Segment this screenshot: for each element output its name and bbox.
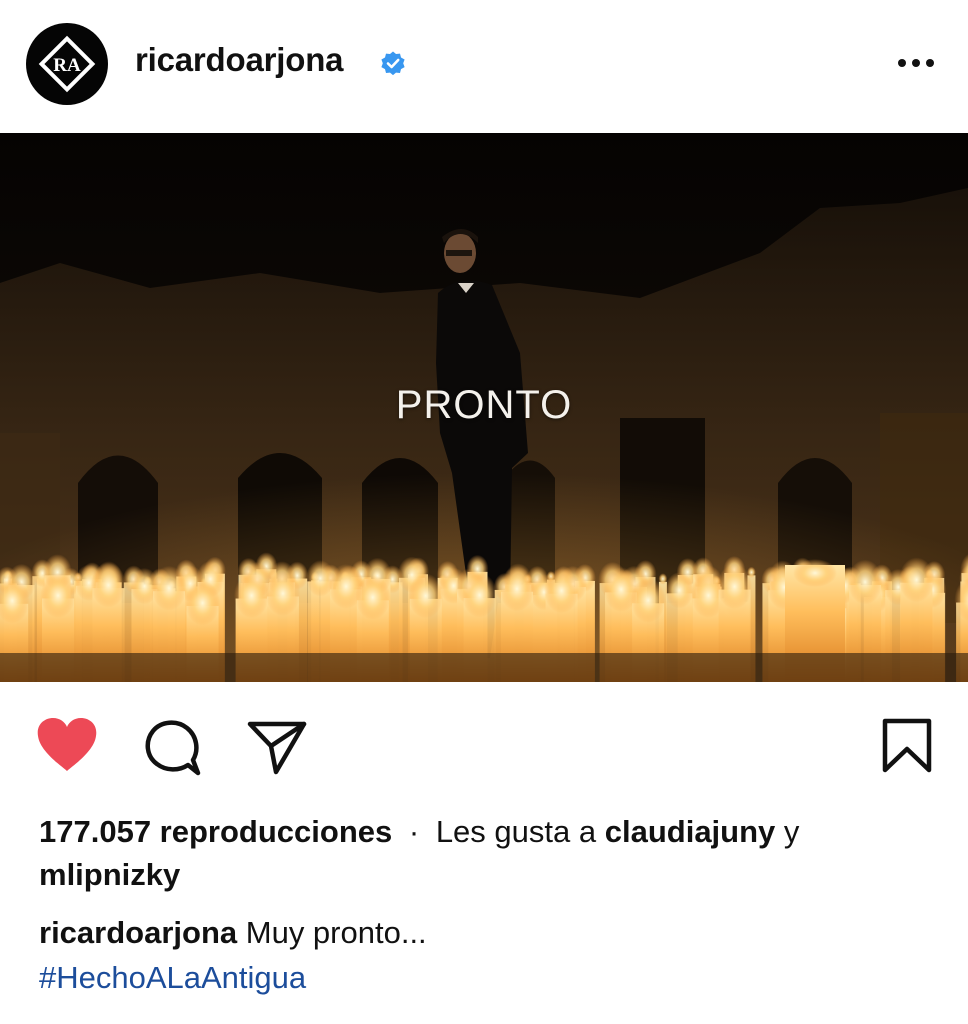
send-icon[interactable] xyxy=(246,718,308,781)
instagram-post: RA ricardoarjona PRONTO 177.057 reproduc… xyxy=(0,0,968,1024)
candle-flame xyxy=(265,571,301,616)
liked-by-prefix: Les gusta a xyxy=(435,814,597,849)
candle-flame xyxy=(847,559,883,605)
overlay-text: PRONTO xyxy=(395,383,573,427)
avatar-initials: RA xyxy=(53,55,81,76)
caption-username[interactable]: ricardoarjona xyxy=(39,915,237,950)
more-options-icon[interactable] xyxy=(894,48,938,78)
candle-flame xyxy=(184,580,221,626)
heart-filled-icon[interactable] xyxy=(36,718,98,779)
liked-by-user-1[interactable]: claudiajuny xyxy=(605,814,776,849)
candle-flame xyxy=(461,572,498,618)
post-caption: ricardoarjona Muy pronto... #HechoALaAnt… xyxy=(39,910,939,1000)
caption-hashtag[interactable]: #HechoALaAntigua xyxy=(39,960,306,995)
candle-flame xyxy=(664,572,694,609)
verified-badge-icon xyxy=(379,50,407,78)
post-stats: 177.057 reproducciones · Les gusta a cla… xyxy=(39,810,939,896)
candle-flame xyxy=(90,562,127,608)
candle-flame xyxy=(658,573,668,585)
bookmark-icon[interactable] xyxy=(881,718,933,779)
post-header: RA ricardoarjona xyxy=(0,0,968,133)
views-count[interactable]: 177.057 reproducciones xyxy=(39,814,392,849)
liked-by-conjunction: y xyxy=(783,814,800,849)
candle-flame xyxy=(499,566,535,612)
post-actions xyxy=(0,682,968,812)
candle-flame xyxy=(408,573,444,619)
candle-flame xyxy=(630,577,666,623)
candle-flame xyxy=(543,568,580,614)
candle-flame xyxy=(234,573,270,618)
header-username[interactable]: ricardoarjona xyxy=(135,41,344,79)
candle-flame xyxy=(40,573,76,618)
liked-by-user-2[interactable]: mlipnizky xyxy=(39,857,180,892)
comment-icon[interactable] xyxy=(143,718,201,781)
ra-logo-icon: RA xyxy=(27,24,107,104)
candle-flame xyxy=(898,557,935,603)
candle-flame xyxy=(355,574,391,620)
candle-flame xyxy=(793,559,837,587)
candle-flame xyxy=(151,565,187,611)
caption-text: Muy pronto... xyxy=(245,915,427,950)
candle-flame xyxy=(716,564,753,609)
separator-dot: · xyxy=(408,814,420,849)
avatar[interactable]: RA xyxy=(26,23,108,105)
post-media[interactable]: PRONTO xyxy=(0,133,968,682)
